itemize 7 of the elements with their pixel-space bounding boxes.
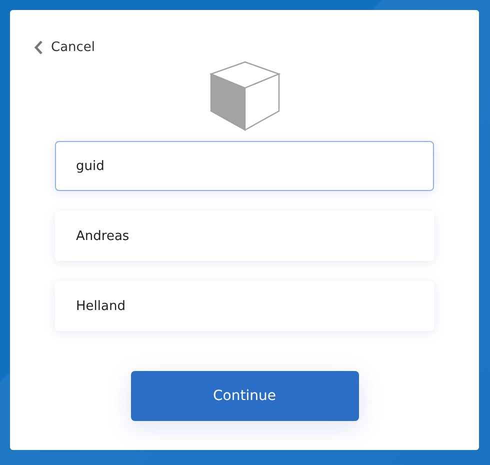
chevron-left-icon — [34, 40, 43, 55]
cancel-link[interactable]: Cancel — [32, 38, 98, 57]
text-field[interactable]: guid — [55, 141, 434, 191]
continue-button[interactable]: Continue — [130, 371, 358, 421]
cube-icon — [208, 61, 280, 133]
text-field[interactable]: Helland — [55, 281, 434, 331]
text-field[interactable]: Andreas — [55, 211, 434, 261]
